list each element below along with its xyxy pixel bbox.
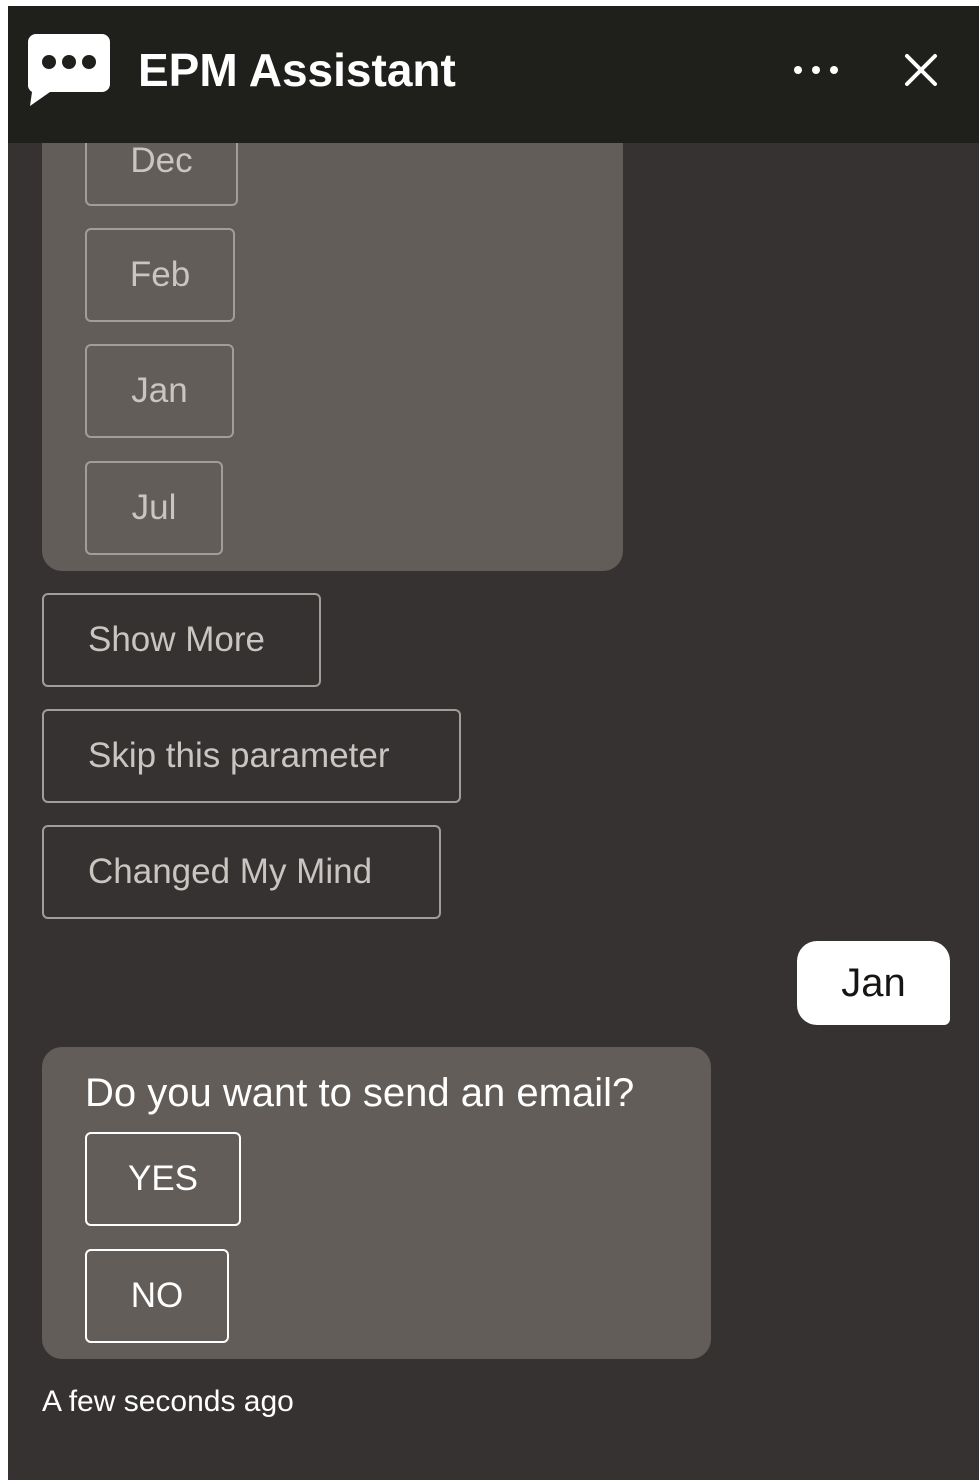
chat-bubble-icon [28, 34, 110, 106]
option-jan-button[interactable]: Jan [85, 344, 234, 438]
no-button[interactable]: NO [85, 1249, 229, 1343]
chat-header: EPM Assistant [8, 6, 979, 143]
close-icon[interactable] [896, 46, 946, 94]
message-timestamp: A few seconds ago [42, 1385, 294, 1418]
user-message-bubble: Jan [797, 941, 950, 1025]
assistant-title: EPM Assistant [138, 44, 456, 96]
yes-button[interactable]: YES [85, 1132, 241, 1226]
skip-parameter-button[interactable]: Skip this parameter [42, 709, 461, 803]
email-question-text: Do you want to send an email? [85, 1071, 635, 1115]
changed-my-mind-button[interactable]: Changed My Mind [42, 825, 441, 919]
show-more-button[interactable]: Show More [42, 593, 321, 687]
chat-panel: Dec Feb Jan Jul EPM Assistant Show More … [8, 6, 979, 1480]
option-feb-button[interactable]: Feb [85, 228, 235, 322]
option-jul-button[interactable]: Jul [85, 461, 223, 555]
ellipsis-icon[interactable] [784, 46, 848, 94]
